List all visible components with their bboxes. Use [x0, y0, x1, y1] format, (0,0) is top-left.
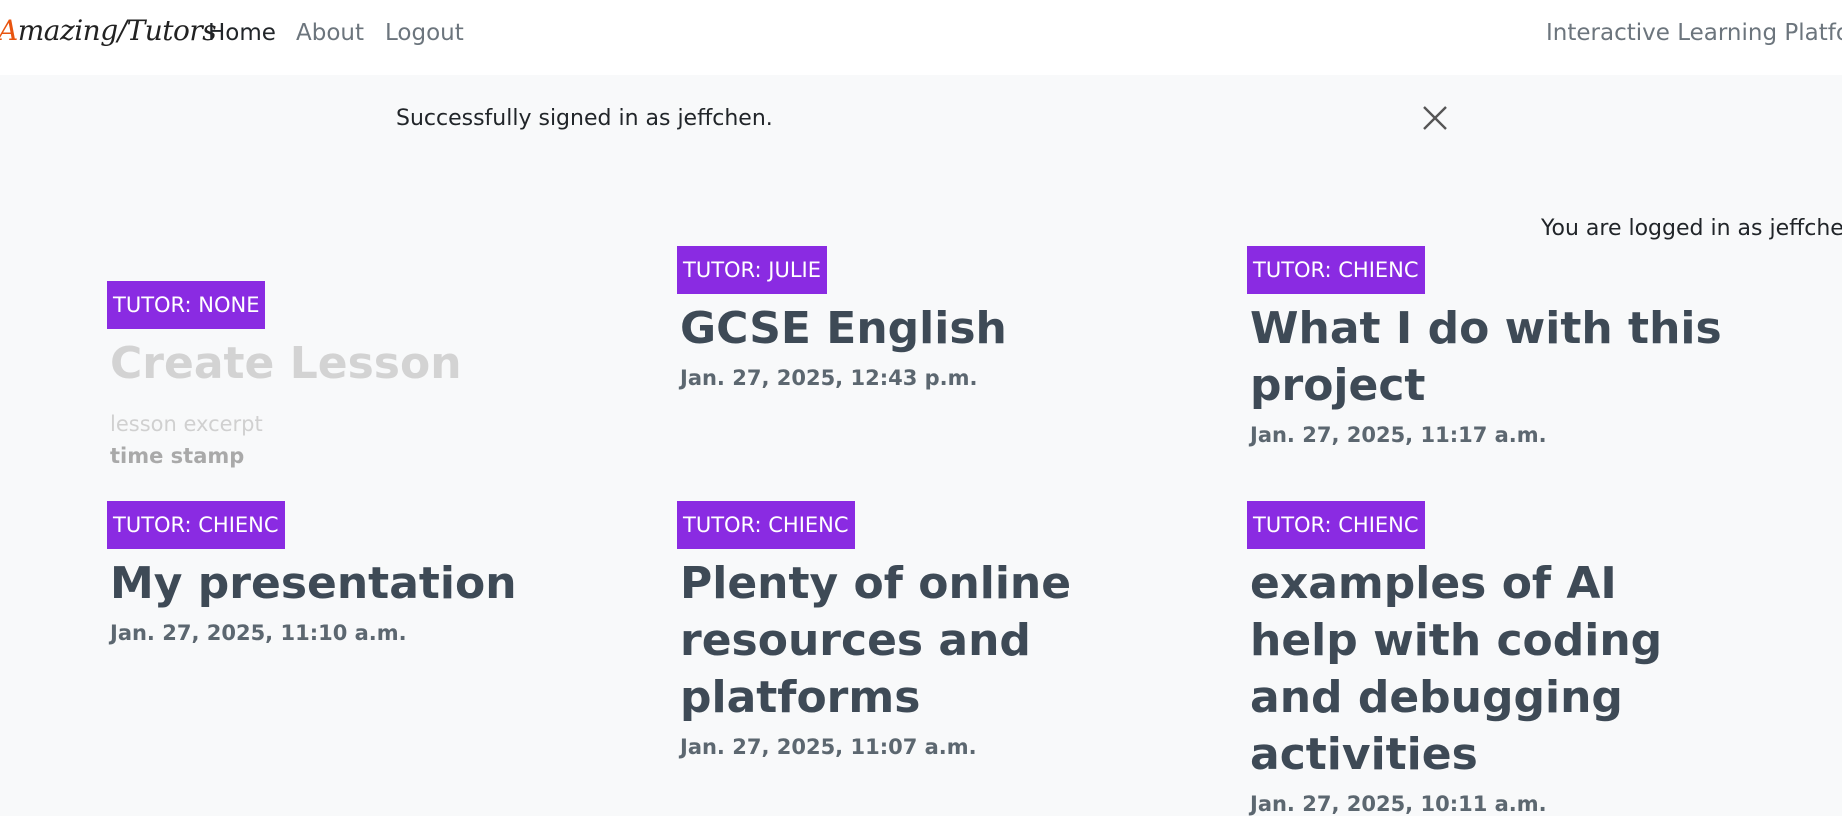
lesson-date: Jan. 27, 2025, 10:11 a.m. — [1250, 792, 1547, 816]
lesson-title[interactable]: My presentation — [110, 555, 587, 612]
platform-tagline: Interactive Learning Platform — [1546, 20, 1842, 46]
tutor-badge: TUTOR: CHIENC — [677, 501, 855, 549]
brand-logo-rest: mazing/Tutors — [17, 14, 217, 47]
lesson-card[interactable]: TUTOR: CHIENC Plenty of online resources… — [677, 501, 1157, 759]
timestamp-placeholder: time stamp — [110, 444, 245, 468]
logged-in-status: You are logged in as jeffchen — [1541, 216, 1842, 241]
nav-home-link[interactable]: Home — [208, 20, 276, 46]
lesson-date: Jan. 27, 2025, 11:10 a.m. — [110, 621, 407, 645]
brand-logo-initial: A — [0, 14, 18, 47]
brand-logo[interactable]: Amazing/Tutors — [0, 14, 217, 47]
nav-logout-link[interactable]: Logout — [385, 20, 464, 46]
tutor-badge: TUTOR: CHIENC — [107, 501, 285, 549]
lesson-title[interactable]: GCSE English — [680, 300, 1157, 357]
lesson-date: Jan. 27, 2025, 11:17 a.m. — [1250, 423, 1547, 447]
tutor-badge: TUTOR: NONE — [107, 281, 266, 329]
lesson-card[interactable]: TUTOR: CHIENC What I do with this projec… — [1247, 246, 1727, 447]
lesson-title[interactable]: Plenty of online resources and platforms — [680, 555, 1157, 726]
tutor-badge: TUTOR: CHIENC — [1247, 501, 1425, 549]
lesson-card[interactable]: TUTOR: JULIE GCSE English Jan. 27, 2025,… — [677, 246, 1157, 390]
tutor-badge: TUTOR: CHIENC — [1247, 246, 1425, 294]
lesson-date: Jan. 27, 2025, 11:07 a.m. — [680, 735, 977, 759]
lesson-date: Jan. 27, 2025, 12:43 p.m. — [680, 366, 978, 390]
lesson-title[interactable]: What I do with this project — [1250, 300, 1727, 414]
create-lesson-card[interactable]: TUTOR: NONE Create Lesson lesson excerpt… — [107, 281, 587, 468]
close-icon-glyph — [1423, 106, 1447, 130]
close-icon[interactable] — [1418, 101, 1452, 135]
nav-about-link[interactable]: About — [296, 20, 364, 46]
lesson-card[interactable]: TUTOR: CHIENC My presentation Jan. 27, 2… — [107, 501, 587, 645]
lesson-card[interactable]: TUTOR: CHIENC examples of AI help with c… — [1247, 501, 1727, 816]
lesson-excerpt-placeholder: lesson excerpt — [110, 412, 263, 436]
alert-message: Successfully signed in as jeffchen. — [396, 106, 773, 131]
create-lesson-title[interactable]: Create Lesson — [110, 335, 587, 392]
navbar: Amazing/Tutors Home About Logout Interac… — [0, 0, 1842, 75]
tutor-badge: TUTOR: JULIE — [677, 246, 827, 294]
lesson-title[interactable]: examples of AI help with coding and debu… — [1250, 555, 1727, 783]
